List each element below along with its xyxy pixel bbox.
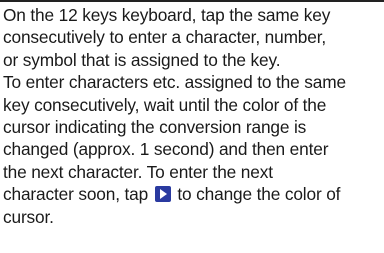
paragraph-1-line-1: On the 12 keys keyboard, tap the same ke… — [3, 5, 331, 25]
top-divider — [0, 0, 384, 2]
line-6-before-icon: character soon, tap — [3, 184, 149, 205]
paragraph-1-line-2: consecutively to enter a character, numb… — [3, 27, 327, 48]
paragraph-2-line-1: To enter characters etc. assigned to the… — [3, 72, 346, 93]
paragraph-2-line-2: key consecutively, wait until the color … — [3, 94, 327, 115]
paragraph-1-line-3: or symbol that is assigned to the key. — [3, 49, 281, 70]
paragraph-2-line-5: the next character. To enter the next — [3, 161, 273, 182]
paragraph-2-line-7: cursor. — [3, 206, 54, 227]
line-6-after-icon: to change the color of — [177, 184, 341, 205]
paragraph-2-line-3: cursor indicating the conversion range i… — [3, 117, 307, 138]
instruction-text: On the 12 keys keyboard, tap the same ke… — [3, 4, 381, 228]
paragraph-2-line-4: changed (approx. 1 second) and then ente… — [3, 139, 329, 160]
right-arrow-key-icon — [154, 186, 171, 203]
paragraph-2-line-6: character soon, tap to change the color … — [3, 183, 381, 205]
